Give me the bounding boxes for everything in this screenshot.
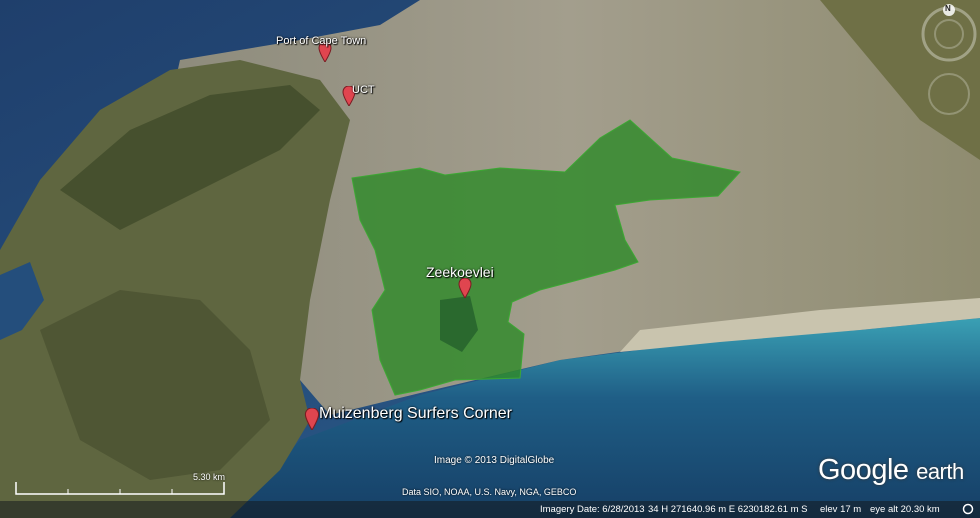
compass-icon[interactable] [918, 4, 980, 134]
logo-google: Google [818, 454, 909, 486]
pin-label-port: Port of Cape Town [276, 35, 367, 47]
elevation-readout: elev 17 m [820, 504, 862, 515]
eye-altitude-readout: eye alt 20.30 km [870, 504, 940, 515]
cursor-coordinates: 34 H 271640.96 m E 6230182.61 m S [648, 504, 808, 515]
north-indicator: N [945, 4, 951, 13]
pin-label-muizenberg: Muizenberg Surfers Corner [319, 405, 512, 422]
data-credit: Data SIO, NOAA, U.S. Navy, NGA, GEBCO [402, 487, 577, 497]
scale-label: 5.30 km [193, 472, 226, 482]
map-pin-icon[interactable] [304, 408, 320, 430]
streaming-status-icon [962, 503, 974, 515]
logo-earth: earth [916, 459, 964, 484]
imagery-date: Imagery Date: 6/28/2013 [540, 504, 645, 515]
map-pin-icon[interactable] [458, 278, 472, 298]
pin-label-uct: UCT [352, 84, 375, 96]
pin-label-zeekoevlei: Zeekoevlei [426, 264, 494, 280]
google-earth-logo: Google earth [818, 454, 964, 487]
status-bar: Imagery Date: 6/28/2013 34 H 271640.96 m… [0, 501, 980, 518]
imagery-credit: Image © 2013 DigitalGlobe [434, 455, 555, 466]
satellite-imagery[interactable] [0, 0, 980, 518]
map-view[interactable]: Port of Cape Town UCT Zeekoevlei Muizenb… [0, 0, 980, 518]
